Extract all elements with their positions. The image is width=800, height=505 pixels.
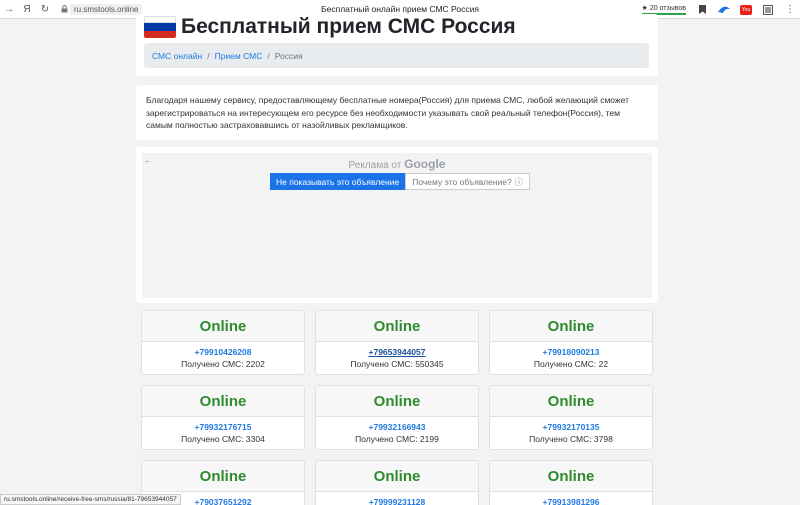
phone-number-link[interactable]: +79932166943 [316,422,478,433]
russia-flag-icon [144,16,176,38]
address-bar[interactable]: ru.smstools.online [58,2,143,16]
phone-number-link[interactable]: +79913981296 [490,497,652,505]
breadcrumb-sms-online[interactable]: СМС онлайн [152,51,202,61]
phone-number-link[interactable]: +79932170135 [490,422,652,433]
toolbar-extensions: ★ 20 отзывов You ⋮ [641,1,796,18]
breadcrumb-current: Россия [274,50,303,61]
number-card-body: +79999231128 [316,492,478,505]
phone-number-link[interactable]: +79932176715 [142,422,304,433]
phone-number-link[interactable]: +79999231128 [316,497,478,505]
phone-number-link[interactable]: +79910426208 [142,347,304,358]
number-status: Online [316,386,478,417]
received-count: Получено СМС: 22 [533,359,609,369]
number-card[interactable]: Online +79999231128 [315,460,479,505]
number-card-body: +79932176715 Получено СМС: 3304 [142,417,304,446]
status-bar-url: ru.smstools.online/receive-free-sms/russ… [0,494,181,505]
reload-icon[interactable]: ↻ [36,0,54,19]
header-card: Бесплатный прием СМС Россия СМС онлайн /… [136,14,658,76]
breadcrumb-separator: / [207,50,210,61]
number-card[interactable]: Online +79932170135 Получено СМС: 3798 [489,385,653,450]
breadcrumb-receive-sms[interactable]: Прием СМС [215,51,263,61]
number-status: Online [316,311,478,342]
number-card-body: +79932166943 Получено СМС: 2199 [316,417,478,446]
hide-ad-button[interactable]: Не показывать это объявление [270,173,406,190]
number-status: Online [490,386,652,417]
received-count: Получено СМС: 550345 [350,359,444,369]
description-card: Благодаря нашему сервису, предоставляюще… [136,85,658,140]
url-text[interactable]: ru.smstools.online [70,3,143,15]
number-card[interactable]: Online +79932166943 Получено СМС: 2199 [315,385,479,450]
number-card-body: +79653944057 Получено СМС: 550345 [316,342,478,371]
received-count: Получено СМС: 2202 [181,359,265,369]
number-card-body: +79910426208 Получено СМС: 2202 [142,342,304,371]
number-card[interactable]: Online +79918090213 Получено СМС: 22 [489,310,653,375]
reviews-text: 20 отзывов [649,4,686,12]
why-this-ad-button[interactable]: Почему это объявление? ⓘ [405,173,531,190]
extension-grid-icon[interactable] [762,4,774,16]
youtube-label: You [740,4,752,15]
received-count: Получено СМС: 2199 [355,434,439,444]
ad-buttons: Не показывать это объявление Почему это … [270,173,531,190]
received-count: Получено СМС: 3798 [529,434,613,444]
why-this-ad-label: Почему это объявление? [412,176,512,187]
number-status: Online [316,461,478,492]
number-status: Online [142,311,304,342]
number-card-body: +79932170135 Получено СМС: 3798 [490,417,652,446]
google-logo: Google [404,157,446,171]
info-icon: ⓘ [514,176,524,187]
number-card[interactable]: Online +79653944057 Получено СМС: 550345 [315,310,479,375]
number-card-body: +79913981296 [490,492,652,505]
menu-icon[interactable]: ⋮ [784,4,796,16]
ad-card: ← Реклама от Google Не показывать это об… [136,147,658,303]
forward-icon[interactable]: → [0,0,18,19]
ad-label: Реклама от Google [142,157,652,171]
extension-bird-icon[interactable] [718,4,730,16]
number-card[interactable]: Online +79910426208 Получено СМС: 2202 [141,310,305,375]
number-status: Online [142,386,304,417]
lock-icon [58,3,70,15]
ad-label-prefix: Реклама от [348,160,402,171]
breadcrumb: СМС онлайн / Прием СМС / Россия [144,43,649,68]
number-card[interactable]: Online +79913981296 [489,460,653,505]
page-title: Бесплатный прием СМС Россия [181,15,516,38]
youtube-icon[interactable]: You [740,4,752,16]
ad-container: ← Реклама от Google Не показывать это об… [142,153,652,298]
star-icon: ★ [641,5,648,12]
received-count: Получено СМС: 3304 [181,434,265,444]
yandex-icon[interactable]: Я [18,0,36,19]
number-card[interactable]: Online +79932176715 Получено СМС: 3304 [141,385,305,450]
phone-number-link[interactable]: +79918090213 [490,347,652,358]
number-status: Online [490,311,652,342]
number-status: Online [142,461,304,492]
number-status: Online [490,461,652,492]
number-card-body: +79918090213 Получено СМС: 22 [490,342,652,371]
breadcrumb-separator: / [267,50,270,61]
bookmark-icon[interactable] [696,4,708,16]
phone-number-link[interactable]: +79653944057 [316,347,478,358]
description-text: Благодаря нашему сервису, предоставляюще… [146,95,629,130]
